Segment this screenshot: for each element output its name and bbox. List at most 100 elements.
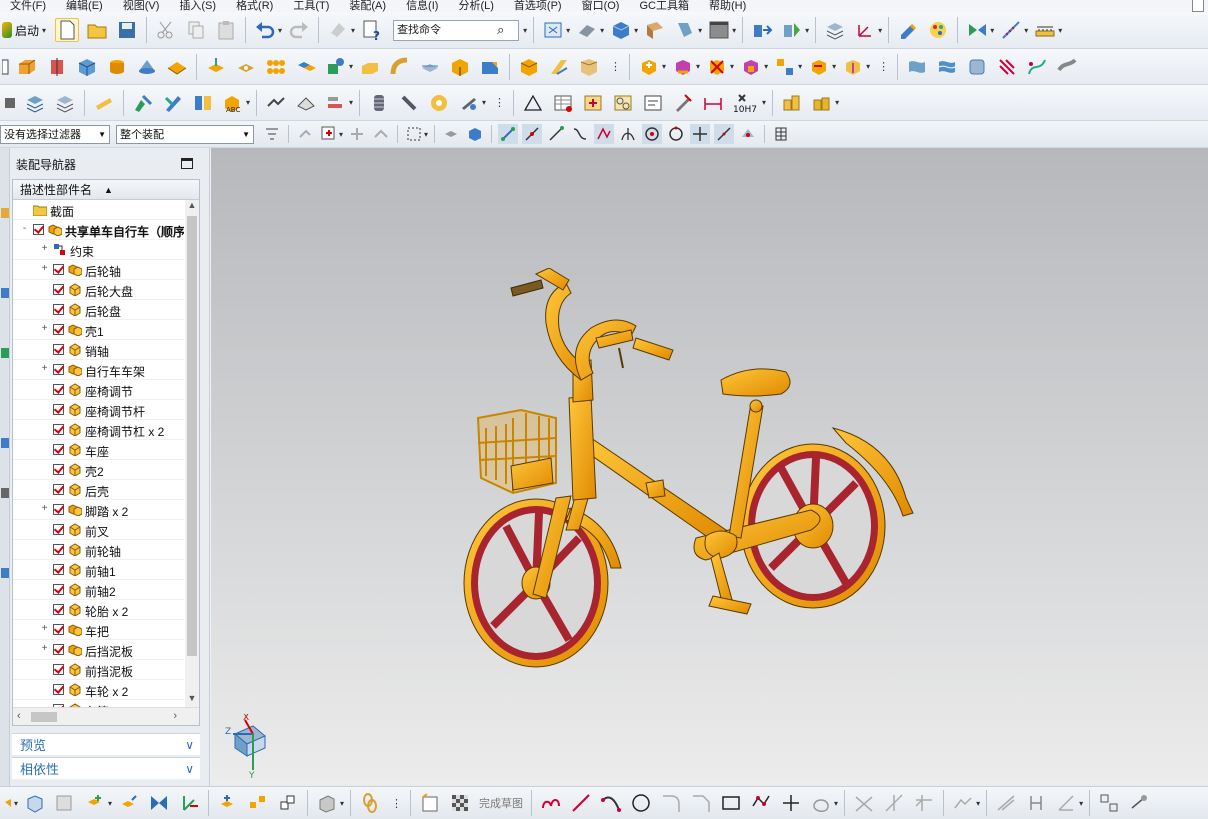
mirror-body-icon[interactable] bbox=[547, 55, 571, 79]
chevron-down-icon[interactable]: ▾ bbox=[990, 26, 994, 35]
chevron-down-icon[interactable]: ▾ bbox=[878, 26, 882, 35]
collapse-icon[interactable]: - bbox=[20, 224, 29, 234]
link-icon[interactable] bbox=[358, 791, 382, 815]
visibility-checkbox[interactable] bbox=[53, 384, 64, 395]
tree-row[interactable]: + 后挡泥板 bbox=[13, 640, 184, 660]
chevron-down-icon[interactable]: ▾ bbox=[600, 26, 604, 35]
cylinder-icon[interactable] bbox=[105, 55, 129, 79]
chevron-down-icon[interactable]: ▾ bbox=[351, 26, 355, 35]
chevron-down-icon[interactable]: ▾ bbox=[834, 799, 838, 808]
chevron-down-icon[interactable]: ▾ bbox=[340, 799, 344, 808]
expand-icon[interactable]: + bbox=[40, 324, 49, 334]
assembly-constraint-icon[interactable] bbox=[671, 55, 695, 79]
find-command-field[interactable]: ⌕ bbox=[393, 19, 520, 41]
tree-row[interactable]: 座椅调节杠 x 2 bbox=[13, 420, 184, 440]
new-file-icon[interactable] bbox=[55, 18, 80, 42]
tree-row[interactable]: + 壳1 bbox=[13, 320, 184, 340]
expand-icon[interactable]: + bbox=[40, 504, 49, 514]
background-icon[interactable] bbox=[707, 18, 731, 42]
maximize-icon[interactable] bbox=[181, 158, 193, 169]
finish-sketch-icon[interactable] bbox=[448, 791, 472, 815]
search-icon[interactable]: ⌕ bbox=[497, 22, 504, 38]
pad-icon[interactable] bbox=[204, 55, 228, 79]
chevron-down-icon[interactable]: ▾ bbox=[424, 130, 428, 139]
view-orient-icon[interactable] bbox=[673, 18, 697, 42]
preview-panel-header[interactable]: 预览 ∨ bbox=[12, 733, 200, 755]
menu-item[interactable]: 视图(V) bbox=[113, 0, 170, 12]
vertical-scrollbar[interactable]: ▲ ▼ bbox=[185, 200, 199, 707]
add-existing-icon[interactable] bbox=[83, 791, 107, 815]
make-corner-icon[interactable] bbox=[912, 791, 936, 815]
chevron-down-icon[interactable]: ▾ bbox=[108, 799, 112, 808]
chevron-down-icon[interactable]: ▾ bbox=[1058, 26, 1062, 35]
wireframe-icon[interactable] bbox=[294, 91, 318, 115]
chevron-down-icon[interactable]: ▾ bbox=[523, 26, 527, 35]
scroll-right-icon[interactable]: › bbox=[173, 710, 177, 722]
toolbar-overflow-icon[interactable]: ⋮ bbox=[391, 797, 402, 810]
triangle-icon[interactable] bbox=[521, 91, 545, 115]
visibility-checkbox[interactable] bbox=[53, 344, 64, 355]
chevron-down-icon[interactable]: ▾ bbox=[1079, 799, 1083, 808]
spring-icon[interactable] bbox=[367, 91, 391, 115]
polygon-icon[interactable] bbox=[749, 791, 773, 815]
visibility-checkbox[interactable] bbox=[53, 564, 64, 575]
angular-dimension-icon[interactable] bbox=[1054, 791, 1078, 815]
tree-row[interactable]: 后轮盘 bbox=[13, 300, 184, 320]
visibility-checkbox[interactable] bbox=[53, 284, 64, 295]
block-icon[interactable] bbox=[75, 55, 99, 79]
graphics-window[interactable]: X Z Y bbox=[211, 148, 1208, 786]
sketch-plane-icon[interactable] bbox=[1097, 791, 1121, 815]
show-hide-icon[interactable] bbox=[965, 18, 989, 42]
gear-tool-icon[interactable] bbox=[457, 91, 481, 115]
snap-intersection-icon[interactable] bbox=[594, 124, 615, 144]
visibility-checkbox[interactable] bbox=[53, 644, 64, 655]
rapid-dimension-icon[interactable] bbox=[1024, 791, 1048, 815]
trim-body-icon[interactable] bbox=[418, 55, 442, 79]
through-curves-icon[interactable] bbox=[935, 55, 959, 79]
weld-symbol-icon[interactable] bbox=[810, 91, 834, 115]
rectangle-select-icon[interactable] bbox=[404, 124, 424, 144]
draft-icon[interactable] bbox=[517, 55, 541, 79]
snap-midpoint-icon[interactable] bbox=[522, 124, 543, 144]
resource-tab-icon[interactable] bbox=[1, 488, 9, 498]
visibility-checkbox[interactable] bbox=[53, 484, 64, 495]
measure-length-icon[interactable] bbox=[1033, 18, 1057, 42]
curve-on-surface-icon[interactable] bbox=[1025, 55, 1049, 79]
grid-icon[interactable] bbox=[771, 124, 791, 144]
assembly-navigator-icon[interactable] bbox=[23, 791, 47, 815]
visibility-checkbox[interactable] bbox=[53, 404, 64, 415]
snap-point-icon[interactable] bbox=[324, 91, 348, 115]
tree-row[interactable]: 后壳 bbox=[13, 480, 184, 500]
visibility-checkbox[interactable] bbox=[53, 524, 64, 535]
window-close-button[interactable] bbox=[1192, 0, 1204, 12]
replay-icon[interactable] bbox=[191, 91, 215, 115]
chevron-down-icon[interactable]: ▾ bbox=[798, 62, 802, 71]
snap-existing-point-icon[interactable] bbox=[690, 124, 711, 144]
measure-distance-icon[interactable] bbox=[999, 18, 1023, 42]
drawing-sheet-icon[interactable] bbox=[315, 791, 339, 815]
visibility-checkbox[interactable] bbox=[53, 544, 64, 555]
profile-icon[interactable] bbox=[539, 791, 563, 815]
tree-row[interactable]: 车轮 x 2 bbox=[13, 680, 184, 700]
offset-face-icon[interactable] bbox=[358, 55, 382, 79]
scroll-down-icon[interactable]: ▼ bbox=[185, 693, 199, 707]
exploded-view-icon[interactable] bbox=[773, 55, 797, 79]
visibility-checkbox[interactable] bbox=[53, 504, 64, 515]
constraint-icon[interactable] bbox=[147, 791, 171, 815]
visibility-checkbox[interactable] bbox=[53, 664, 64, 675]
tree-row[interactable]: 前叉 bbox=[13, 520, 184, 540]
chevron-down-icon[interactable]: ▾ bbox=[835, 98, 839, 107]
snap-endpoint-icon[interactable] bbox=[498, 124, 519, 144]
sketch-icon[interactable] bbox=[2, 55, 10, 79]
chevron-down-icon[interactable]: ▾ bbox=[662, 62, 666, 71]
menu-item[interactable]: 窗口(O) bbox=[572, 0, 630, 12]
menu-item[interactable]: 信息(I) bbox=[396, 0, 448, 12]
snap-curve-icon[interactable] bbox=[570, 124, 590, 144]
visibility-checkbox[interactable] bbox=[53, 604, 64, 615]
open-folder-icon[interactable] bbox=[85, 18, 109, 42]
replace-component-icon[interactable] bbox=[705, 55, 729, 79]
chamfer-icon[interactable] bbox=[478, 55, 502, 79]
expand-icon[interactable]: + bbox=[40, 264, 49, 274]
start-menu-button[interactable]: 启动 ▾ bbox=[0, 18, 52, 42]
bolt-icon[interactable] bbox=[397, 91, 421, 115]
